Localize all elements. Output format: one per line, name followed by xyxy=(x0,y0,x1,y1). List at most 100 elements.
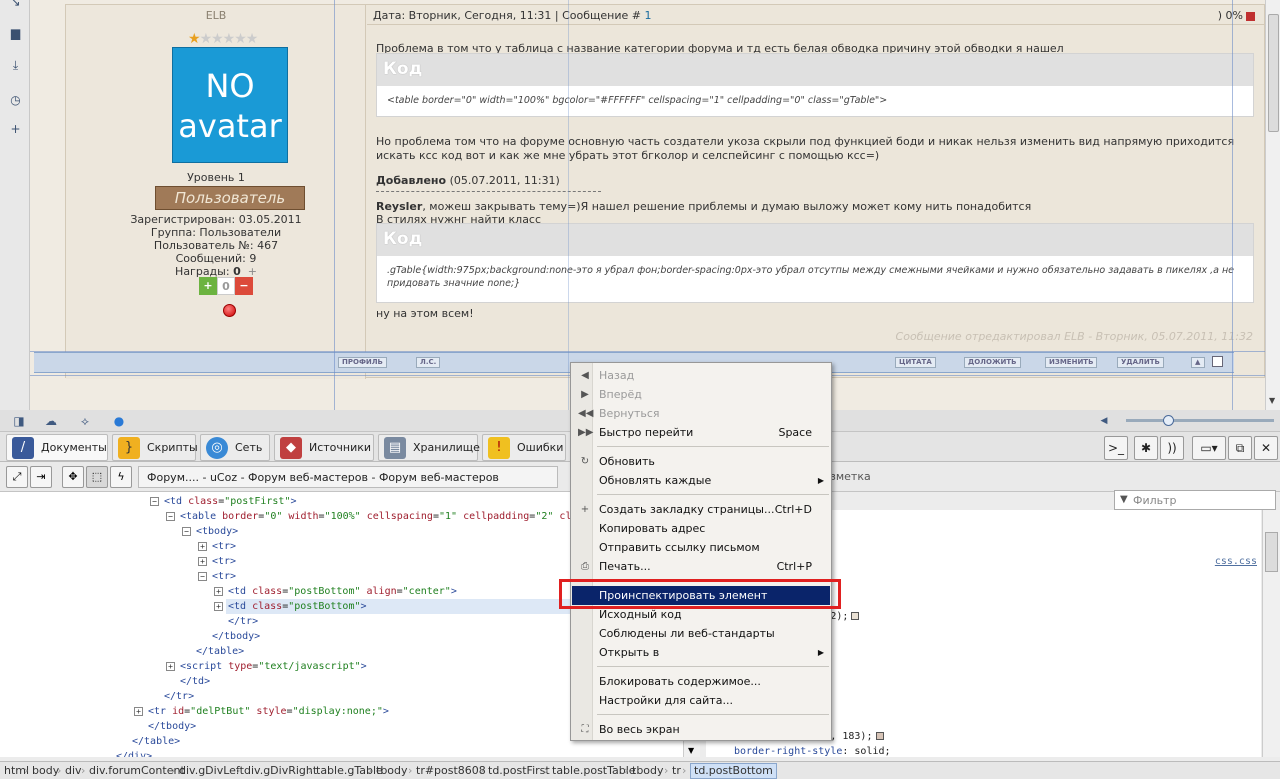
dom-node-line[interactable]: </tr> xyxy=(150,689,194,704)
breadcrumb-item[interactable]: tr xyxy=(672,764,681,778)
notes-icon[interactable]: ▆ xyxy=(9,27,22,40)
tab-errors[interactable]: ! Ошибки xyxy=(482,434,566,461)
filter-input[interactable]: ▼ Фильтр xyxy=(1114,490,1276,510)
export-icon[interactable]: ⇥ xyxy=(30,466,52,488)
dom-node-line[interactable]: + <td class="postBottom" align="center"> xyxy=(214,584,457,599)
expand-node-icon[interactable]: + xyxy=(198,542,207,551)
dom-node-line[interactable]: + <td class="postBottom"> xyxy=(214,599,367,614)
scroll-up-icon[interactable]: ▲ xyxy=(1191,357,1205,368)
breadcrumb-item[interactable]: table.gTable xyxy=(316,764,383,778)
dom-node-line[interactable]: − <td class="postFirst"> xyxy=(150,494,297,509)
history-icon[interactable]: ◷ xyxy=(9,94,22,107)
menu-item[interactable]: ⎙ Печать... Ctrl+P xyxy=(572,557,830,576)
css-source-link[interactable]: css.css xyxy=(1215,556,1257,567)
menu-item[interactable]: Настройки для сайта... xyxy=(572,691,830,710)
add-panel-icon[interactable]: + xyxy=(9,123,22,136)
collapse-node-icon[interactable]: − xyxy=(198,572,207,581)
menu-item[interactable]: Обновлять каждые ▶ xyxy=(572,471,830,490)
dom-node-line[interactable]: </td> xyxy=(166,674,210,689)
scroll-down-icon[interactable]: ▼ xyxy=(688,746,694,755)
css-declaration[interactable]: border-right-style: solid; xyxy=(734,746,891,757)
zoom-slider-thumb[interactable] xyxy=(1163,415,1174,426)
scrollbar-thumb[interactable] xyxy=(1268,14,1279,132)
dom-node-line[interactable]: + <tr> xyxy=(198,539,236,554)
expand-icon[interactable] xyxy=(1246,11,1255,21)
menu-item[interactable]: + Создать закладку страницы... Ctrl+D xyxy=(572,500,830,519)
dock-icon[interactable]: ◨ xyxy=(12,414,26,428)
breadcrumb-item[interactable]: td.postFirst xyxy=(488,764,550,778)
expand-node-icon[interactable]: + xyxy=(198,557,207,566)
download-icon[interactable]: ⤓ xyxy=(9,59,22,72)
menu-item[interactable]: ▶▶ Быстро перейти Space xyxy=(572,423,830,442)
color-swatch-icon[interactable] xyxy=(875,732,884,740)
pm-button[interactable]: Л.С. xyxy=(416,357,441,368)
console-icon[interactable]: >_ xyxy=(1104,436,1128,460)
report-button[interactable]: ДОЛОЖИТЬ xyxy=(964,357,1021,368)
collapse-node-icon[interactable]: − xyxy=(166,512,175,521)
menu-item[interactable]: Отправить ссылку письмом xyxy=(572,538,830,557)
color-swatch-icon[interactable] xyxy=(851,612,860,620)
menu-item[interactable]: ▶ Вперёд xyxy=(572,385,830,404)
breadcrumb-item[interactable]: div xyxy=(65,764,82,778)
author-name[interactable]: ELB xyxy=(66,9,366,22)
tab-documents[interactable]: / Документы xyxy=(6,434,108,461)
settings-icon[interactable]: ✱ xyxy=(1134,436,1158,460)
inspect-pointer-icon[interactable]: ⬚ xyxy=(86,466,108,488)
dom-node-line[interactable]: </tbody> xyxy=(198,629,260,644)
close-icon[interactable]: ✕ xyxy=(1254,436,1278,460)
profile-button[interactable]: ПРОФИЛЬ xyxy=(338,357,387,368)
select-element-icon[interactable]: ✥ xyxy=(62,466,84,488)
quote-button[interactable]: ЦИТАТА xyxy=(895,357,936,368)
breadcrumb-item[interactable]: tr#post8608 xyxy=(416,764,486,778)
tab-storage[interactable]: ▤ Хранилище xyxy=(378,434,480,461)
scroll-down-icon[interactable]: ▼ xyxy=(1269,396,1275,405)
dom-node-line[interactable]: + <tr> xyxy=(198,554,236,569)
document-selector[interactable]: Форум.... - uCoz - Форум веб-мастеров - … xyxy=(138,466,558,488)
menu-item[interactable]: Копировать адрес xyxy=(572,519,830,538)
lightning-icon[interactable]: ϟ xyxy=(110,466,132,488)
delete-button[interactable]: УДАЛИТЬ xyxy=(1117,357,1164,368)
share-icon[interactable]: ⟡ xyxy=(78,414,92,428)
dom-node-line[interactable]: − <table border="0" width="100%" cellspac… xyxy=(166,509,571,524)
window-menu-icon[interactable]: ▭▾ xyxy=(1192,436,1226,460)
dom-node-line[interactable]: − <tbody> xyxy=(182,524,238,539)
tab-sources[interactable]: ◆ Источники xyxy=(274,434,374,461)
collapse-node-icon[interactable]: − xyxy=(150,497,159,506)
panel-icon[interactable]: ↘ xyxy=(9,0,22,9)
dom-node-line[interactable]: + <tr id="delPtBut" style="display:none;"… xyxy=(134,704,389,719)
dragonfly-icon[interactable]: ● xyxy=(112,414,126,428)
dom-node-line[interactable]: </table> xyxy=(118,734,180,749)
detach-icon[interactable]: ⧉ xyxy=(1228,436,1252,460)
breadcrumb-item[interactable]: div.gDivLeft xyxy=(179,764,244,778)
dom-node-line[interactable]: </tr> xyxy=(214,614,258,629)
vote-minus-button[interactable]: − xyxy=(235,277,253,295)
zoom-out-icon[interactable]: ◀ xyxy=(1097,414,1111,428)
reysler-name[interactable]: Reysler xyxy=(376,200,422,213)
breadcrumb-item[interactable]: div.gDivRight xyxy=(244,764,317,778)
breadcrumb-item[interactable]: body xyxy=(32,764,59,778)
dom-node-line[interactable]: </tbody> xyxy=(134,719,196,734)
expand-node-icon[interactable]: + xyxy=(214,587,223,596)
tab-scripts[interactable]: } Скрипты xyxy=(112,434,198,461)
remote-debug-icon[interactable]: )) xyxy=(1160,436,1184,460)
cloud-icon[interactable]: ☁ xyxy=(44,414,58,428)
menu-item[interactable]: Соблюдены ли веб-стандарты xyxy=(572,624,830,643)
dom-node-line[interactable]: </table> xyxy=(182,644,244,659)
dom-node-line[interactable]: + <script type="text/javascript"> xyxy=(166,659,367,674)
expand-icon[interactable]: ⤢ xyxy=(6,466,28,488)
breadcrumb-item[interactable]: tbody xyxy=(632,764,664,778)
dom-node-line[interactable]: − <tr> xyxy=(198,569,236,584)
post-number-link[interactable]: 1 xyxy=(644,9,651,22)
breadcrumb-item[interactable]: tbody xyxy=(376,764,408,778)
page-scrollbar[interactable]: ▼ xyxy=(1265,0,1280,410)
dom-node-line[interactable]: </div> xyxy=(102,749,152,757)
edit-button[interactable]: ИЗМЕНИТЬ xyxy=(1045,357,1098,368)
select-checkbox[interactable] xyxy=(1212,356,1223,367)
menu-item[interactable]: Блокировать содержимое... xyxy=(572,672,830,691)
menu-item[interactable]: ◀ Назад xyxy=(572,366,830,385)
zoom-slider[interactable] xyxy=(1126,419,1274,422)
menu-item[interactable]: ◀◀ Вернуться xyxy=(572,404,830,423)
collapse-node-icon[interactable]: − xyxy=(182,527,191,536)
right-pane-title[interactable]: зметка xyxy=(830,470,871,483)
breadcrumb-item[interactable]: td.postBottom xyxy=(690,763,777,779)
